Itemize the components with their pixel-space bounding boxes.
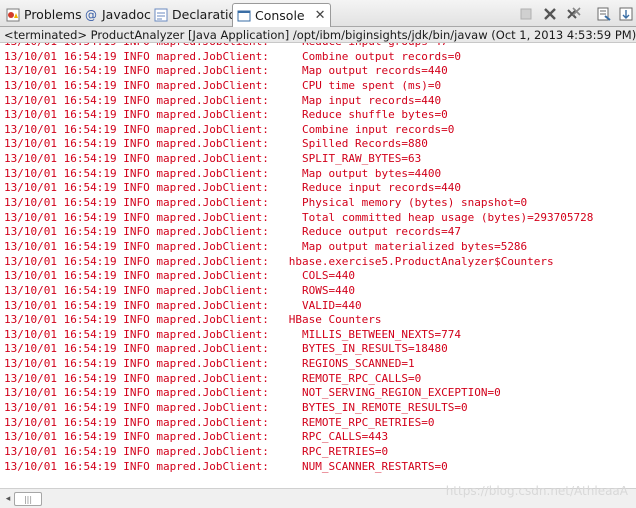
tab-console[interactable]: Console ✕ <box>232 3 331 27</box>
console-line: 13/10/01 16:54:19 INFO mapred.JobClient:… <box>4 371 422 385</box>
console-icon <box>237 9 251 23</box>
console-line: 13/10/01 16:54:19 INFO mapred.JobClient:… <box>4 181 461 195</box>
tab-problems-label: Problems <box>24 7 82 22</box>
at-sign-icon: @ <box>84 8 98 22</box>
console-line: 13/10/01 16:54:19 INFO mapred.JobClient:… <box>4 254 554 268</box>
scrollbar-thumb[interactable]: ||| <box>14 492 42 506</box>
console-line: 13/10/01 16:54:19 INFO mapred.JobClient:… <box>4 225 461 239</box>
console-line: 13/10/01 16:54:19 INFO mapred.JobClient:… <box>4 122 455 136</box>
console-line: 13/10/01 16:54:19 INFO mapred.JobClient:… <box>4 210 594 224</box>
console-line: 13/10/01 16:54:19 INFO mapred.JobClient:… <box>4 444 389 458</box>
console-line: 13/10/01 16:54:19 INFO mapred.JobClient:… <box>4 459 448 473</box>
close-tab-icon[interactable]: ✕ <box>315 8 326 23</box>
console-line: 13/10/01 16:54:19 INFO mapred.JobClient:… <box>4 313 382 327</box>
process-status-line: <terminated> ProductAnalyzer [Java Appli… <box>0 27 636 43</box>
console-line: 13/10/01 16:54:19 INFO mapred.JobClient:… <box>4 93 442 107</box>
console-line: 13/10/01 16:54:19 INFO mapred.JobClient:… <box>4 64 448 78</box>
tab-javadoc-label: Javadoc <box>102 7 151 22</box>
console-line: 13/10/01 16:54:19 INFO mapred.JobClient:… <box>4 49 461 63</box>
console-line: 13/10/01 16:54:19 INFO mapred.JobClient:… <box>4 269 355 283</box>
console-output[interactable]: 13/10/01 16:54:19 INFO mapred.JobClient:… <box>0 43 636 488</box>
console-line: 13/10/01 16:54:19 INFO mapred.JobClient:… <box>4 283 355 297</box>
console-lines: 13/10/01 16:54:19 INFO mapred.JobClient:… <box>4 43 593 474</box>
console-line: 13/10/01 16:54:19 INFO mapred.JobClient:… <box>4 430 389 444</box>
problems-icon <box>6 8 20 22</box>
console-line: 13/10/01 16:54:19 INFO mapred.JobClient:… <box>4 137 428 151</box>
console-line: 13/10/01 16:54:19 INFO mapred.JobClient:… <box>4 415 435 429</box>
remove-all-terminated-icon[interactable] <box>566 6 582 22</box>
console-line: 13/10/01 16:54:19 INFO mapred.JobClient:… <box>4 78 442 92</box>
remove-launch-icon[interactable] <box>542 6 558 22</box>
watermark: https://blog.csdn.net/AthleaaA <box>445 484 628 498</box>
scroll-left-arrow-icon[interactable]: ◂ <box>3 493 13 504</box>
console-line: 13/10/01 16:54:19 INFO mapred.JobClient:… <box>4 108 448 122</box>
tab-console-label: Console <box>255 8 305 23</box>
console-line: 13/10/01 16:54:19 INFO mapred.JobClient:… <box>4 357 415 371</box>
console-line: 13/10/01 16:54:19 INFO mapred.JobClient:… <box>4 401 468 415</box>
tab-javadoc[interactable]: @ Javadoc <box>80 3 155 26</box>
scroll-lock-icon[interactable] <box>618 6 634 22</box>
tab-problems[interactable]: Problems <box>2 3 86 26</box>
console-line: 13/10/01 16:54:19 INFO mapred.JobClient:… <box>4 298 362 312</box>
console-line: 13/10/01 16:54:19 INFO mapred.JobClient:… <box>4 166 442 180</box>
svg-text:@: @ <box>85 8 97 22</box>
terminate-icon[interactable] <box>518 6 534 22</box>
console-line: 13/10/01 16:54:19 INFO mapred.JobClient:… <box>4 239 528 253</box>
console-line: 13/10/01 16:54:19 INFO mapred.JobClient:… <box>4 342 448 356</box>
declaration-icon <box>154 8 168 22</box>
console-line: 13/10/01 16:54:19 INFO mapred.JobClient:… <box>4 43 593 50</box>
console-line: 13/10/01 16:54:19 INFO mapred.JobClient:… <box>4 327 461 341</box>
clear-console-icon[interactable] <box>596 6 612 22</box>
console-line: 13/10/01 16:54:19 INFO mapred.JobClient:… <box>4 196 528 210</box>
view-tab-bar: Problems @ Javadoc Declaration Console ✕ <box>0 0 636 27</box>
console-line: 13/10/01 16:54:19 INFO mapred.JobClient:… <box>4 152 422 166</box>
console-line: 13/10/01 16:54:19 INFO mapred.JobClient:… <box>4 386 501 400</box>
